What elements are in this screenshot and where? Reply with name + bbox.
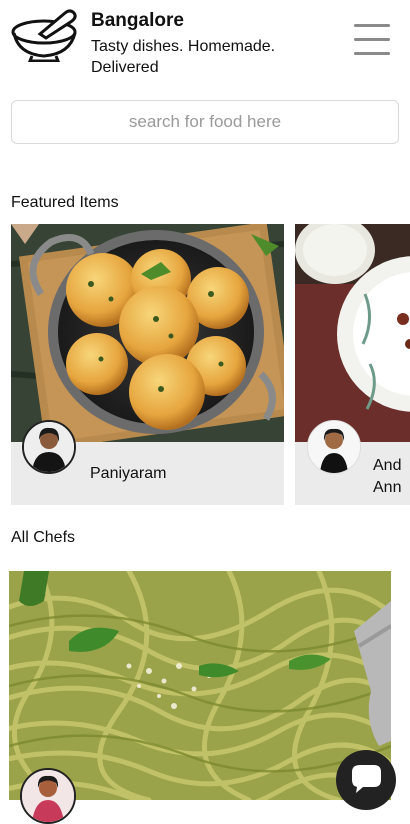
- all-chefs-heading: All Chefs: [11, 529, 76, 546]
- chef-avatar[interactable]: [20, 768, 76, 824]
- paniyaram-dish-photo: [11, 224, 284, 442]
- mortar-pestle-icon: [11, 9, 77, 62]
- featured-item-card[interactable]: Paniyaram: [11, 224, 284, 505]
- search-input[interactable]: [11, 100, 399, 144]
- dish-name: Paniyaram: [90, 465, 167, 482]
- featured-items-heading: Featured Items: [11, 194, 119, 211]
- chef-avatar[interactable]: [307, 420, 361, 474]
- tagline: Tasty dishes. Homemade. Delivered: [91, 38, 276, 76]
- chat-bubble-icon[interactable]: [336, 750, 396, 810]
- dish-name: And Ann: [373, 457, 402, 496]
- pesto-spaghetti-photo: [9, 571, 391, 800]
- featured-item-card[interactable]: And Ann: [295, 224, 410, 505]
- app-header: Bangalore Tasty dishes. Homemade. Delive…: [0, 0, 410, 90]
- dish-photo: [295, 224, 410, 442]
- chef-card[interactable]: [9, 571, 391, 800]
- chef-avatar[interactable]: [22, 420, 76, 474]
- hamburger-menu-icon[interactable]: [354, 24, 390, 58]
- city-name: Bangalore: [91, 10, 184, 31]
